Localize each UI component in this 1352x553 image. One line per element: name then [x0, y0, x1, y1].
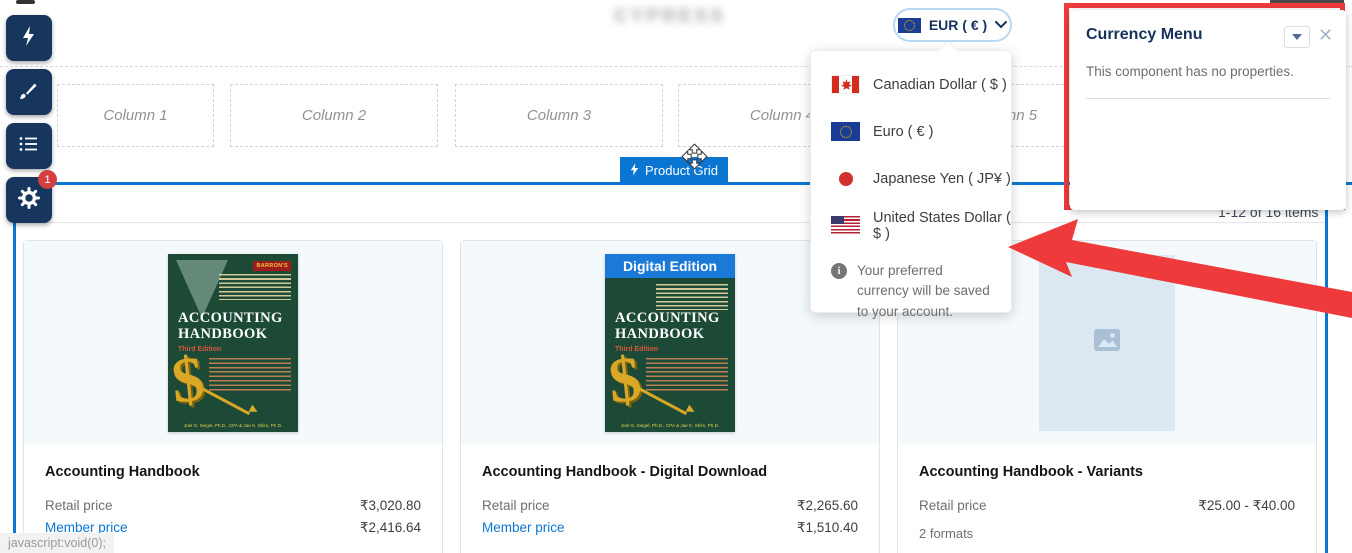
column-label: Column 2 [302, 107, 366, 124]
column-label: Column 1 [103, 107, 167, 124]
selection-border-left [13, 182, 16, 553]
toolbar-components-button[interactable] [6, 15, 52, 61]
us-flag-icon [831, 216, 860, 235]
cover-blurb-lines [209, 358, 291, 392]
cover-blurb-lines [646, 358, 728, 392]
product-grid-tag[interactable]: Product Grid [620, 157, 728, 184]
currency-option-label: Canadian Dollar ( $ ) [873, 77, 1007, 93]
currency-option-label: Euro ( € ) [873, 124, 933, 140]
settings-notification-badge: 1 [38, 170, 57, 189]
currency-dropdown-menu: Canadian Dollar ( $ ) Euro ( € ) Japanes… [810, 50, 1012, 313]
retail-price-value: ₹25.00 - ₹40.00 [1198, 498, 1295, 514]
eu-flag-icon [831, 122, 860, 141]
eu-flag-icon [898, 18, 921, 33]
currency-selector-label: EUR ( € ) [929, 17, 987, 33]
japan-flag-icon [831, 169, 860, 188]
lightning-icon [630, 163, 639, 179]
member-price-value: ₹1,510.40 [797, 520, 858, 536]
image-placeholder [1039, 255, 1175, 431]
book-cover-image-digital: Digital Edition ACCOUNTING HANDBOOK Thir… [605, 254, 735, 432]
toolbar-design-button[interactable] [6, 69, 52, 115]
close-icon[interactable]: ✕ [1318, 25, 1333, 46]
currency-option-usd[interactable]: United States Dollar ( $ ) [811, 202, 1011, 249]
member-price-link[interactable]: Member price [482, 520, 565, 536]
cover-blurb-lines [219, 274, 291, 300]
toolbar-top-dash [16, 0, 35, 4]
currency-note: Your preferred currency will be saved to… [857, 261, 993, 322]
properties-panel: Currency Menu ✕ This component has no pr… [1070, 10, 1346, 210]
layout-column-1[interactable]: Column 1 [57, 84, 214, 147]
cover-title: ACCOUNTING HANDBOOK [615, 310, 723, 342]
column-label: Column 4 [750, 107, 814, 124]
cover-title: ACCOUNTING HANDBOOK [178, 310, 286, 342]
toolbar-structure-button[interactable] [6, 123, 52, 169]
cover-authors: Joel G. Siegel, Ph.D., CPA & Jae K. Shim… [607, 423, 733, 428]
store-logo: CYPRESS [604, 6, 736, 32]
product-title[interactable]: Accounting Handbook [45, 464, 421, 480]
formats-count: 2 formats [919, 526, 1295, 541]
book-cover-image: BARRON'S ACCOUNTING HANDBOOK Third Editi… [168, 254, 298, 432]
list-icon [17, 132, 41, 161]
lightning-icon [17, 24, 41, 53]
retail-price-label: Retail price [919, 498, 987, 514]
panel-collapse-button[interactable] [1284, 26, 1310, 48]
retail-price-label: Retail price [45, 498, 113, 514]
retail-price-label: Retail price [482, 498, 550, 514]
brush-icon [17, 78, 41, 107]
move-cursor-icon [681, 143, 708, 175]
currency-selector-button[interactable]: EUR ( € ) [893, 8, 1012, 42]
image-placeholder-icon [1093, 328, 1121, 357]
gear-icon [17, 186, 41, 215]
product-title[interactable]: Accounting Handbook - Digital Download [482, 464, 858, 480]
currency-option-cad[interactable]: Canadian Dollar ( $ ) [811, 61, 1011, 108]
selection-border-right [1325, 182, 1328, 553]
retail-price-value: ₹2,265.60 [797, 498, 858, 514]
digital-edition-banner: Digital Edition [605, 254, 735, 278]
retail-price-value: ₹3,020.80 [360, 498, 421, 514]
currency-option-label: United States Dollar ( $ ) [873, 210, 1011, 242]
cover-blurb-lines [656, 284, 728, 310]
panel-body-text: This component has no properties. [1086, 64, 1294, 79]
product-card[interactable]: BARRON'S ACCOUNTING HANDBOOK Third Editi… [23, 240, 443, 553]
currency-option-label: Japanese Yen ( JP¥ ) [873, 171, 1011, 187]
page-builder-canvas: CYPRESS [0, 0, 1352, 553]
cover-arrow-head [249, 404, 260, 415]
currency-option-eur[interactable]: Euro ( € ) [811, 108, 1011, 155]
status-bar-link-preview: javascript:void(0); [0, 533, 114, 553]
chevron-down-icon [995, 16, 1007, 34]
column-label: Column 3 [527, 107, 591, 124]
canada-flag-icon [831, 75, 860, 94]
layout-column-3[interactable]: Column 3 [455, 84, 663, 147]
info-icon: i [831, 263, 847, 279]
panel-divider [1086, 98, 1330, 99]
cover-arrow-head [686, 404, 697, 415]
layout-column-2[interactable]: Column 2 [230, 84, 438, 147]
member-price-value: ₹2,416.64 [360, 520, 421, 536]
product-image[interactable]: BARRON'S ACCOUNTING HANDBOOK Third Editi… [24, 241, 442, 444]
cover-authors: Joel G. Siegel, Ph.D., CPA & Jae K. Shim… [170, 423, 296, 428]
currency-option-jpy[interactable]: Japanese Yen ( JP¥ ) [811, 155, 1011, 202]
cover-brand: BARRON'S [253, 261, 291, 271]
panel-title: Currency Menu [1086, 26, 1202, 44]
product-title[interactable]: Accounting Handbook - Variants [919, 464, 1295, 480]
